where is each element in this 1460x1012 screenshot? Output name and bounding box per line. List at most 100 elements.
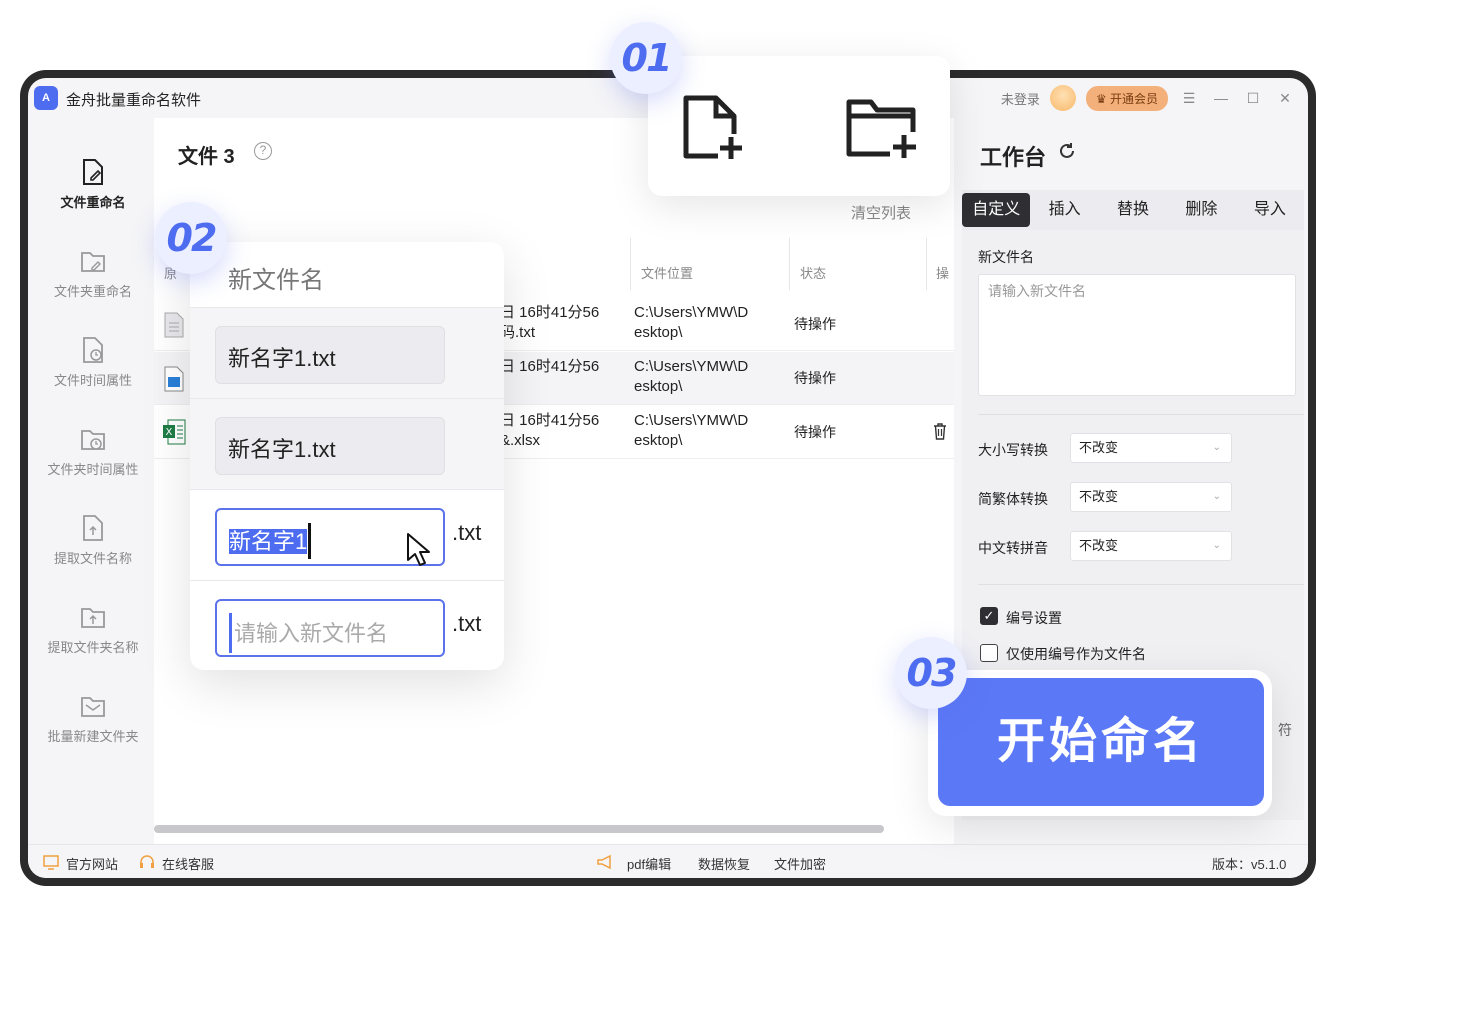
sidebar-item-folder-time[interactable]: 文件夹时间属性 [32, 425, 154, 479]
extension-label: .txt [452, 611, 482, 636]
monitor-icon [43, 855, 59, 870]
new-name-textarea[interactable]: 请输入新文件名 [978, 274, 1296, 396]
row-time: 日 16时41分56 [500, 358, 600, 375]
row-time: 日 16时41分56 [500, 304, 600, 321]
vip-button[interactable]: ♛ 开通会员 [1085, 85, 1168, 111]
recovery-link[interactable]: 数据恢复 [698, 854, 750, 873]
row-location-line2: esktop\ [634, 378, 683, 395]
pdf-link[interactable]: pdf编辑 [627, 854, 671, 873]
start-rename-button[interactable]: 开始命名 [938, 678, 1264, 806]
status-footer: 官方网站 在线客服 pdf编辑 数据恢复 文件加密 版本：v5.1.0 [28, 844, 1308, 878]
preview-name-field[interactable]: 新名字1.txt [215, 326, 445, 384]
column-header-status: 状态 [800, 266, 827, 281]
avatar[interactable] [1049, 85, 1076, 111]
refresh-icon[interactable] [1058, 142, 1076, 160]
start-button-card: 开始命名 [928, 670, 1272, 816]
file-edit-icon [83, 159, 103, 185]
only-number-checkbox[interactable] [980, 644, 998, 662]
divider [978, 414, 1304, 415]
horizontal-scrollbar[interactable] [154, 825, 884, 833]
divider [978, 584, 1304, 585]
partial-text: 符 [1278, 722, 1292, 738]
workbench-tabs: 自定义 插入 替换 删除 导入 [962, 190, 1304, 230]
pinyin-label: 中文转拼音 [978, 540, 1048, 556]
text-caret [229, 613, 232, 653]
support-link[interactable]: 在线客服 [162, 854, 214, 873]
encrypt-link[interactable]: 文件加密 [774, 854, 826, 873]
add-file-icon[interactable] [682, 94, 744, 162]
row-name: 码.txt [500, 324, 536, 341]
tab-import[interactable]: 导入 [1236, 190, 1304, 230]
sidebar-item-file-time[interactable]: 文件时间属性 [32, 336, 154, 390]
only-number-label: 仅使用编号作为文件名 [1006, 646, 1146, 662]
svg-text:X: X [166, 427, 173, 438]
row-location-line2: esktop\ [634, 432, 683, 449]
sidebar: 文件重命名 文件夹重命名 文件时间属性 文件夹时间属性 提取文件名称 提取文件夹… [32, 128, 154, 844]
sidebar-item-file-rename[interactable]: 文件重命名 [32, 158, 154, 212]
workbench-title: 工作台 [980, 145, 1047, 170]
sidebar-item-batch-new-folder[interactable]: 批量新建文件夹 [32, 692, 154, 746]
tab-insert[interactable]: 插入 [1030, 190, 1098, 230]
clear-list-button[interactable]: 清空列表 [851, 202, 911, 223]
website-link[interactable]: 官方网站 [66, 854, 118, 873]
sidebar-item-label: 文件夹时间属性 [47, 462, 139, 477]
selected-text: 新名字1 [229, 529, 308, 554]
pinyin-select[interactable]: 不改变 ⌄ [1070, 531, 1232, 561]
add-folder-icon[interactable] [846, 98, 918, 160]
extension-label: .txt [452, 520, 482, 545]
sidebar-item-folder-rename[interactable]: 文件夹重命名 [32, 247, 154, 301]
empty-name-input[interactable]: 请输入新文件名 [215, 599, 445, 657]
row-location-line1: C:\Users\YMW\D [634, 412, 749, 429]
login-link[interactable]: 未登录 [1001, 89, 1040, 108]
close-icon[interactable]: ✕ [1274, 90, 1296, 107]
sidebar-item-label: 文件夹重命名 [53, 284, 132, 299]
file-clock-icon [83, 337, 103, 363]
column-divider [630, 238, 631, 290]
sidebar-item-label: 文件时间属性 [53, 373, 132, 388]
vip-label: 开通会员 [1109, 91, 1158, 106]
row-location-line1: C:\Users\YMW\D [634, 358, 749, 375]
tab-delete[interactable]: 删除 [1167, 190, 1235, 230]
folder-upload-icon [81, 608, 105, 628]
sidebar-item-extract-file-name[interactable]: 提取文件名称 [32, 514, 154, 568]
column-header-action: 操 [936, 266, 950, 281]
folder-edit-icon [81, 252, 105, 272]
step-badge-02: 02 [155, 202, 227, 274]
sidebar-item-label: 批量新建文件夹 [47, 729, 139, 744]
file-upload-icon [83, 515, 103, 541]
minimize-icon[interactable]: — [1210, 90, 1232, 106]
maximize-icon[interactable]: ☐ [1242, 90, 1264, 107]
row-status: 待操作 [794, 316, 836, 332]
help-icon[interactable]: ? [254, 142, 272, 160]
page-title: 文件 3 [178, 146, 235, 168]
sidebar-item-label: 提取文件名称 [53, 551, 132, 566]
tab-custom[interactable]: 自定义 [962, 193, 1031, 227]
column-divider [789, 238, 790, 290]
mail-folder-icon [81, 697, 105, 717]
case-select-value: 不改变 [1079, 440, 1119, 455]
row-name: &.xlsx [500, 432, 541, 449]
preview-row-empty: 请输入新文件名 .txt [190, 581, 504, 670]
preview-name-field[interactable]: 新名字1.txt [215, 417, 445, 475]
chevron-down-icon: ⌄ [1212, 491, 1221, 502]
folder-clock-icon [81, 430, 105, 450]
row-time: 日 16时41分56 [500, 412, 600, 429]
app-title: 金舟批量重命名软件 [66, 92, 202, 109]
headset-icon [140, 855, 154, 868]
row-location-line1: C:\Users\YMW\D [634, 304, 749, 321]
trash-icon[interactable] [933, 422, 947, 440]
tab-replace[interactable]: 替换 [1099, 190, 1167, 230]
title-bar-actions: 未登录 ♛ 开通会员 ☰ — ☐ ✕ [1001, 85, 1296, 111]
sidebar-item-extract-folder-name[interactable]: 提取文件夹名称 [32, 603, 154, 657]
image-file-icon [164, 366, 184, 392]
numbering-checkbox[interactable]: ✓ [980, 607, 998, 625]
preview-header: 新文件名 [190, 242, 504, 308]
text-caret [308, 523, 312, 560]
case-label: 大小写转换 [978, 442, 1048, 458]
new-name-label: 新文件名 [978, 249, 1034, 265]
case-select[interactable]: 不改变 ⌄ [1070, 433, 1232, 463]
menu-icon[interactable]: ☰ [1178, 90, 1200, 107]
chevron-down-icon: ⌄ [1212, 540, 1221, 551]
traditional-select-value: 不改变 [1079, 489, 1119, 504]
traditional-select[interactable]: 不改变 ⌄ [1070, 482, 1232, 512]
